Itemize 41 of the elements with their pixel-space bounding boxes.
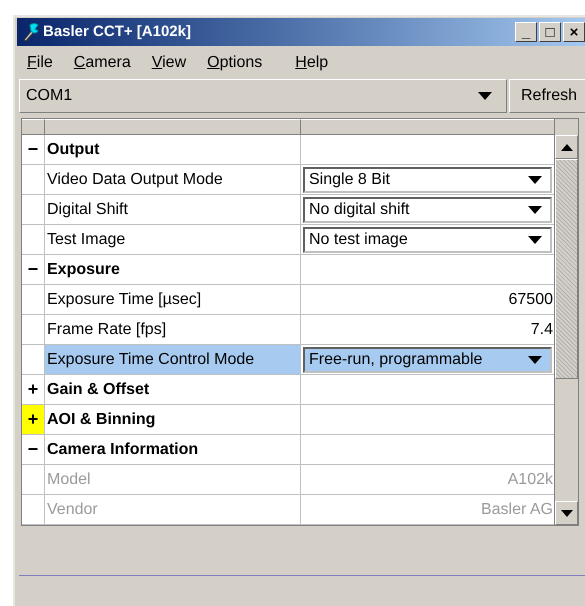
property-name: Video Data Output Mode	[45, 165, 301, 194]
menu-item[interactable]: Help	[295, 50, 328, 74]
maximize-button[interactable]: □	[539, 22, 561, 42]
property-name: Test Image	[45, 225, 301, 254]
close-button[interactable]: ×	[563, 22, 585, 42]
menu-item[interactable]: Options	[207, 50, 262, 74]
property-name: Exposure Time [µsec]	[45, 285, 301, 314]
group-label: Exposure	[45, 255, 301, 284]
caret-icon	[528, 356, 542, 364]
caret-icon	[478, 92, 492, 100]
scroll-up-button[interactable]	[555, 135, 578, 159]
property-name: Digital Shift	[45, 195, 301, 224]
wrench-icon	[21, 22, 41, 42]
scroll-down-button[interactable]	[555, 501, 578, 525]
up-arrow-icon	[560, 144, 572, 150]
group-label: Output	[45, 135, 301, 164]
expand-toggle[interactable]: +	[22, 405, 45, 434]
property-name: Frame Rate [fps]	[45, 315, 301, 344]
value-dropdown[interactable]: No test image	[303, 226, 552, 252]
value-dropdown[interactable]: Free-run, programmable	[303, 346, 552, 372]
value-dropdown[interactable]: No digital shift	[303, 196, 552, 222]
caret-icon	[528, 236, 542, 244]
scroll-thumb[interactable]	[555, 159, 578, 379]
group-label: AOI & Binning	[45, 405, 301, 434]
caret-icon	[528, 176, 542, 184]
refresh-button[interactable]: Refresh	[509, 79, 585, 113]
down-arrow-icon	[560, 510, 572, 516]
property-name: Model	[45, 465, 301, 494]
menu-item[interactable]: View	[152, 50, 186, 74]
port-dropdown[interactable]: COM1	[19, 79, 507, 113]
group-label: Camera Information	[45, 435, 301, 464]
minimize-button[interactable]: _	[515, 22, 537, 42]
caret-icon	[528, 206, 542, 214]
property-name: Exposure Time Control Mode	[45, 345, 301, 374]
menu-item[interactable]: Camera	[74, 50, 131, 74]
value-dropdown[interactable]: Single 8 Bit	[303, 166, 552, 192]
window-title: Basler CCT+ [A102k]	[43, 22, 191, 42]
group-label: Gain & Offset	[45, 375, 301, 404]
menu-item[interactable]: File	[27, 50, 53, 74]
scrollbar[interactable]	[554, 119, 578, 525]
property-name: Vendor	[45, 495, 301, 524]
